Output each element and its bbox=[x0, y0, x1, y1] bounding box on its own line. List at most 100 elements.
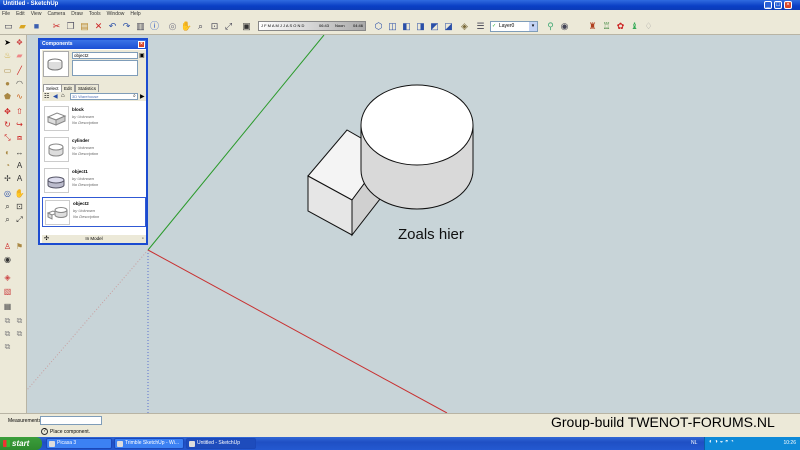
toggle-terrain-icon[interactable]: ♢ bbox=[642, 20, 655, 33]
layers-icon[interactable]: ☰ bbox=[474, 20, 487, 33]
list-item-block[interactable]: block by Unknown No Description bbox=[42, 104, 146, 134]
model-info-icon[interactable]: ⓘ bbox=[148, 20, 161, 33]
minimize-button[interactable]: _ bbox=[764, 1, 772, 9]
look-around-tool-icon[interactable]: ◉ bbox=[2, 254, 13, 265]
navigation-icon[interactable]: ✣ bbox=[44, 235, 49, 243]
protractor-icon[interactable]: ◔ bbox=[2, 160, 13, 171]
circle-icon[interactable]: ● bbox=[2, 78, 13, 89]
start-button[interactable]: start bbox=[0, 437, 42, 450]
back-icon[interactable]: ◀ bbox=[53, 93, 58, 100]
task-picasa[interactable]: Picasa 3 bbox=[46, 438, 112, 449]
freehand-icon[interactable]: ∿ bbox=[14, 91, 25, 102]
menu-edit[interactable]: Edit bbox=[16, 10, 25, 18]
tab-edit[interactable]: Edit bbox=[61, 84, 75, 92]
menu-camera[interactable]: Camera bbox=[47, 10, 65, 18]
scale-icon[interactable]: ⤡ bbox=[2, 132, 13, 143]
list-item-cylinder[interactable]: cylinder by Unknown No Description bbox=[42, 135, 146, 165]
cylinder-component[interactable] bbox=[360, 84, 474, 210]
copy-icon[interactable]: ❐ bbox=[64, 20, 77, 33]
details-arrow-icon[interactable]: ▶ bbox=[140, 93, 145, 100]
back-view-icon[interactable]: ◩ bbox=[428, 20, 441, 33]
menu-view[interactable]: View bbox=[31, 10, 42, 18]
text-icon[interactable]: A bbox=[14, 160, 25, 171]
shadow-settings-icon[interactable]: ▣ bbox=[240, 20, 253, 33]
offset-icon[interactable]: ⧈ bbox=[14, 132, 25, 143]
search-icon[interactable]: ⌕ bbox=[133, 93, 136, 99]
help-icon[interactable]: ? bbox=[41, 428, 48, 435]
section-fill-icon[interactable]: ▧ bbox=[2, 286, 13, 297]
zoom-extents-icon[interactable]: ⤢ bbox=[222, 20, 235, 33]
follow-me-icon[interactable]: ↪ bbox=[14, 119, 25, 130]
share-model-icon[interactable]: ♖ bbox=[600, 20, 613, 33]
search-path-field[interactable]: 3D Warehouse bbox=[70, 93, 138, 100]
push-pull-icon[interactable]: ⇧ bbox=[14, 106, 25, 117]
orbit-tool-icon[interactable]: ◎ bbox=[2, 188, 13, 199]
line-icon[interactable]: ╱ bbox=[14, 65, 25, 76]
resize-grip-icon[interactable]: ◦ bbox=[142, 235, 144, 243]
undo-icon[interactable]: ↶ bbox=[106, 20, 119, 33]
flip-edge-icon[interactable]: ⧉ bbox=[2, 341, 13, 352]
iso-view-icon[interactable]: ⬡ bbox=[372, 20, 385, 33]
lock-icon[interactable]: ▣ bbox=[139, 52, 145, 59]
walk-tool-icon[interactable]: ⚑ bbox=[14, 241, 25, 252]
polygon-icon[interactable]: ⬟ bbox=[2, 91, 13, 102]
home-icon[interactable]: ⌂ bbox=[61, 93, 65, 99]
move-icon[interactable]: ✥ bbox=[2, 106, 13, 117]
menu-window[interactable]: Window bbox=[107, 10, 125, 18]
select-arrow-icon[interactable]: ➤ bbox=[2, 37, 13, 48]
pan-icon[interactable]: ✋ bbox=[180, 20, 193, 33]
right-view-icon[interactable]: ◨ bbox=[414, 20, 427, 33]
stamp-icon[interactable]: ⧉ bbox=[14, 315, 25, 326]
geolocation-icon[interactable]: ✿ bbox=[614, 20, 627, 33]
erase-icon[interactable]: ✕ bbox=[92, 20, 105, 33]
front-view-icon[interactable]: ◧ bbox=[400, 20, 413, 33]
new-file-icon[interactable]: ▭ bbox=[2, 20, 15, 33]
xray-icon[interactable]: ◈ bbox=[458, 20, 471, 33]
menu-help[interactable]: Help bbox=[130, 10, 140, 18]
dimension-icon[interactable]: ↔ bbox=[14, 147, 25, 158]
smoove-icon[interactable]: ⧉ bbox=[2, 315, 13, 326]
cut-icon[interactable]: ✂ bbox=[50, 20, 63, 33]
component-name-field[interactable]: object2 bbox=[72, 52, 138, 59]
component-description-field[interactable] bbox=[72, 60, 138, 76]
layer-dropdown[interactable]: ✓ Layer0 ▾ bbox=[490, 21, 538, 32]
section-plane-icon[interactable]: ◈ bbox=[2, 272, 13, 283]
view-options-icon[interactable]: ☷ bbox=[44, 93, 49, 100]
language-indicator[interactable]: NL bbox=[691, 440, 697, 446]
menu-tools[interactable]: Tools bbox=[89, 10, 101, 18]
pan-tool-icon[interactable]: ✋ bbox=[14, 188, 25, 199]
save-icon[interactable]: ■ bbox=[30, 20, 43, 33]
axes-icon[interactable]: ✢ bbox=[2, 173, 13, 184]
zoom-icon[interactable]: ⌕ bbox=[194, 20, 207, 33]
menu-draw[interactable]: Draw bbox=[71, 10, 83, 18]
look-around-icon[interactable]: ◉ bbox=[558, 20, 571, 33]
orbit-icon[interactable]: ◎ bbox=[166, 20, 179, 33]
add-detail-icon[interactable]: ⧉ bbox=[14, 328, 25, 339]
left-view-icon[interactable]: ◪ bbox=[442, 20, 455, 33]
zoom-window-icon[interactable]: ⊡ bbox=[208, 20, 221, 33]
rotate-icon[interactable]: ↻ bbox=[2, 119, 13, 130]
redo-icon[interactable]: ↷ bbox=[120, 20, 133, 33]
share-component-icon[interactable]: ♝ bbox=[628, 20, 641, 33]
shadow-time-slider[interactable]: J F M A M J J A S O N D 06:43 Noon 04:46 bbox=[258, 21, 366, 31]
tape-measure-icon[interactable]: ◐ bbox=[2, 147, 13, 158]
drape-icon[interactable]: ⧉ bbox=[2, 328, 13, 339]
maximize-button[interactable]: □ bbox=[774, 1, 782, 9]
get-models-icon[interactable]: ♜ bbox=[586, 20, 599, 33]
list-item-object2[interactable]: object2 by Unknown No Description bbox=[42, 197, 146, 227]
rectangle-icon[interactable]: ▭ bbox=[2, 65, 13, 76]
open-folder-icon[interactable]: ▰ bbox=[16, 20, 29, 33]
task-trimble-sketchup[interactable]: Trimble SketchUp - Wi... bbox=[114, 438, 184, 449]
list-item-object1[interactable]: object1 by Unknown No Description bbox=[42, 166, 146, 196]
tab-statistics[interactable]: Statistics bbox=[75, 84, 100, 92]
previous-view-icon[interactable]: ⌕ bbox=[2, 214, 13, 225]
task-untitled-sketchup[interactable]: Untitled - SketchUp bbox=[186, 438, 256, 449]
print-icon[interactable]: ▥ bbox=[134, 20, 147, 33]
paste-icon[interactable]: ▤ bbox=[78, 20, 91, 33]
position-camera-icon[interactable]: ♙ bbox=[2, 241, 13, 252]
eraser-icon[interactable]: ▰ bbox=[14, 50, 25, 61]
sandbox-icon[interactable]: ▦ bbox=[2, 301, 13, 312]
paint-bucket-icon[interactable]: ♨ bbox=[2, 50, 13, 61]
top-view-icon[interactable]: ◫ bbox=[386, 20, 399, 33]
zoom-window-tool-icon[interactable]: ⊡ bbox=[14, 201, 25, 212]
